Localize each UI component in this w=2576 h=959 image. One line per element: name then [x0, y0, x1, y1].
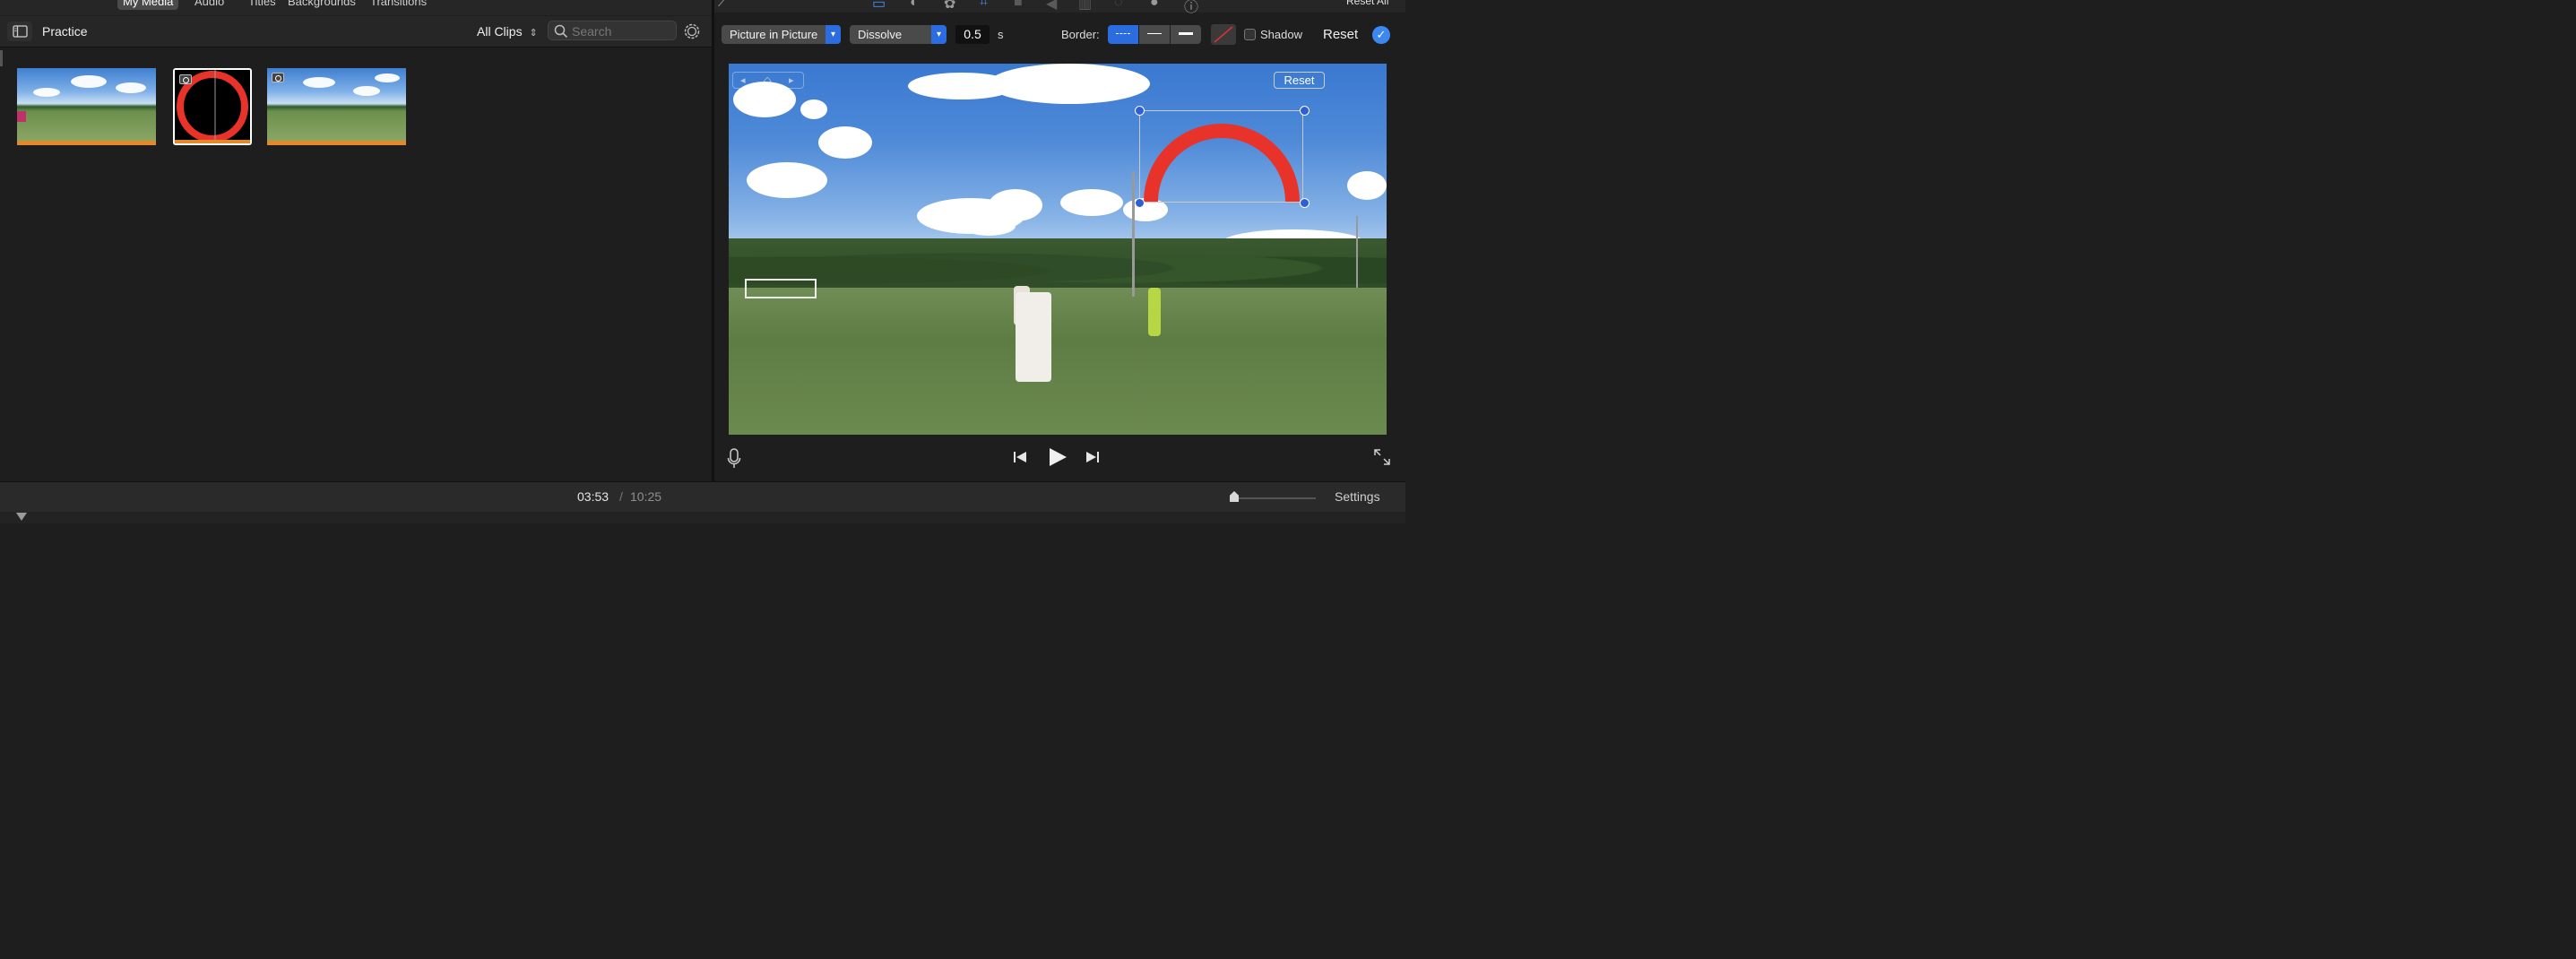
adjustments-toolbar: ⟋ ▭ ◐ ✿ ⌗ ■ ◀ ▥ ◌ ● ⓘ: [714, 0, 1405, 16]
clip-filter-dropdown[interactable]: All Clips ⇕: [477, 24, 538, 39]
camera-icon: [272, 73, 284, 82]
pip-reset-button[interactable]: Reset: [1274, 72, 1325, 89]
color-balance-icon[interactable]: ◐: [910, 0, 919, 11]
border-thin-button[interactable]: [1139, 25, 1170, 44]
gear-icon[interactable]: [683, 22, 701, 45]
skip-back-icon[interactable]: [1013, 450, 1029, 469]
pip-red-circle: [1144, 124, 1300, 202]
clip-used-bar: [17, 141, 156, 145]
reset-all-button[interactable]: Reset All: [1346, 0, 1388, 7]
crop-icon[interactable]: ⌗: [980, 0, 988, 11]
playhead-marker[interactable]: [16, 513, 27, 521]
duration-field[interactable]: 0.5: [955, 25, 990, 44]
speed-icon[interactable]: ◌: [1114, 0, 1123, 11]
search-icon: [554, 24, 568, 39]
pip-frame[interactable]: [1139, 110, 1303, 203]
media-tab-bar: My Media Audio Titles Backgrounds Transi…: [0, 0, 712, 15]
transition-label: Dissolve: [858, 28, 903, 41]
play-icon[interactable]: [1048, 446, 1068, 472]
tab-audio[interactable]: Audio: [194, 0, 224, 8]
fullscreen-icon[interactable]: [1373, 448, 1391, 471]
transition-dropdown[interactable]: Dissolve ▾: [850, 25, 947, 44]
clip-filter-label: All Clips: [477, 24, 523, 39]
media-browser: [0, 48, 712, 481]
pip-resize-handle[interactable]: [1135, 106, 1145, 116]
camera-icon: [179, 74, 192, 84]
keyframe-controls[interactable]: ◂ ◇ ▸: [732, 72, 804, 89]
volume-icon[interactable]: ◀: [1046, 0, 1057, 13]
settings-button[interactable]: Settings: [1335, 489, 1380, 504]
apply-checkmark-button[interactable]: ✓: [1372, 26, 1390, 44]
info-icon[interactable]: ⓘ: [1184, 0, 1198, 16]
border-label: Border:: [1061, 28, 1100, 41]
scroll-edge: [0, 50, 3, 66]
timecode-separator: /: [619, 489, 623, 504]
browser-header: Practice All Clips ⇕: [0, 16, 712, 48]
clip-thumbnail-selected[interactable]: [173, 68, 252, 145]
timeline-zoom-slider[interactable]: [1233, 497, 1316, 499]
pip-resize-handle[interactable]: [1300, 198, 1310, 208]
duration-unit: s: [998, 28, 1004, 41]
microphone-icon[interactable]: [727, 448, 741, 474]
chevron-down-icon: ▾: [931, 25, 947, 44]
no-color-icon: [1214, 26, 1233, 43]
checkmark-icon: ✓: [1376, 28, 1387, 41]
total-timecode: 10:25: [630, 489, 662, 504]
shadow-checkbox[interactable]: [1244, 29, 1256, 40]
search-input[interactable]: [570, 23, 674, 39]
shadow-label: Shadow: [1260, 28, 1302, 41]
skip-forward-icon[interactable]: [1085, 450, 1101, 469]
sidebar-toggle-button[interactable]: [7, 22, 32, 41]
updown-chevron-icon: ⇕: [529, 28, 538, 39]
overlay-style-dropdown[interactable]: Picture in Picture ▾: [722, 25, 841, 44]
tab-my-media[interactable]: My Media: [117, 0, 179, 10]
library-title: Practice: [42, 24, 88, 39]
border-none-button[interactable]: [1108, 25, 1138, 44]
reset-button[interactable]: Reset: [1323, 27, 1358, 42]
prev-keyframe-icon[interactable]: ◂: [740, 74, 746, 86]
color-palette-icon[interactable]: ✿: [944, 0, 955, 13]
clip-thumbnail[interactable]: [17, 68, 156, 145]
stabilize-icon[interactable]: ■: [1014, 0, 1023, 11]
tab-transitions[interactable]: Transitions: [370, 0, 427, 8]
tab-backgrounds[interactable]: Backgrounds: [288, 0, 356, 8]
clip-used-bar: [175, 140, 250, 143]
sidebar-icon: [13, 25, 28, 38]
clip-used-bar: [267, 141, 406, 145]
noise-reduction-icon[interactable]: ▥: [1078, 0, 1092, 13]
border-thick-button[interactable]: [1171, 25, 1201, 44]
tab-titles[interactable]: Titles: [248, 0, 276, 8]
video-overlay-icon[interactable]: ▭: [872, 0, 886, 13]
effects-icon[interactable]: ●: [1150, 0, 1159, 11]
next-keyframe-icon[interactable]: ▸: [789, 74, 794, 86]
overlay-style-label: Picture in Picture: [730, 28, 818, 41]
clip-thumbnail[interactable]: [267, 68, 406, 145]
video-preview[interactable]: ◂ ◇ ▸ Reset: [729, 64, 1387, 435]
timeline-header: [0, 481, 1405, 513]
current-timecode: 03:53: [577, 489, 609, 504]
magic-wand-icon[interactable]: ⟋: [718, 0, 728, 11]
chevron-down-icon: ▾: [826, 25, 841, 44]
pip-resize-handle[interactable]: [1135, 198, 1145, 208]
search-field[interactable]: [548, 21, 677, 40]
pip-resize-handle[interactable]: [1300, 106, 1310, 116]
add-keyframe-icon[interactable]: ◇: [764, 74, 771, 86]
border-color-well[interactable]: [1211, 24, 1236, 45]
timeline[interactable]: [0, 512, 1405, 523]
